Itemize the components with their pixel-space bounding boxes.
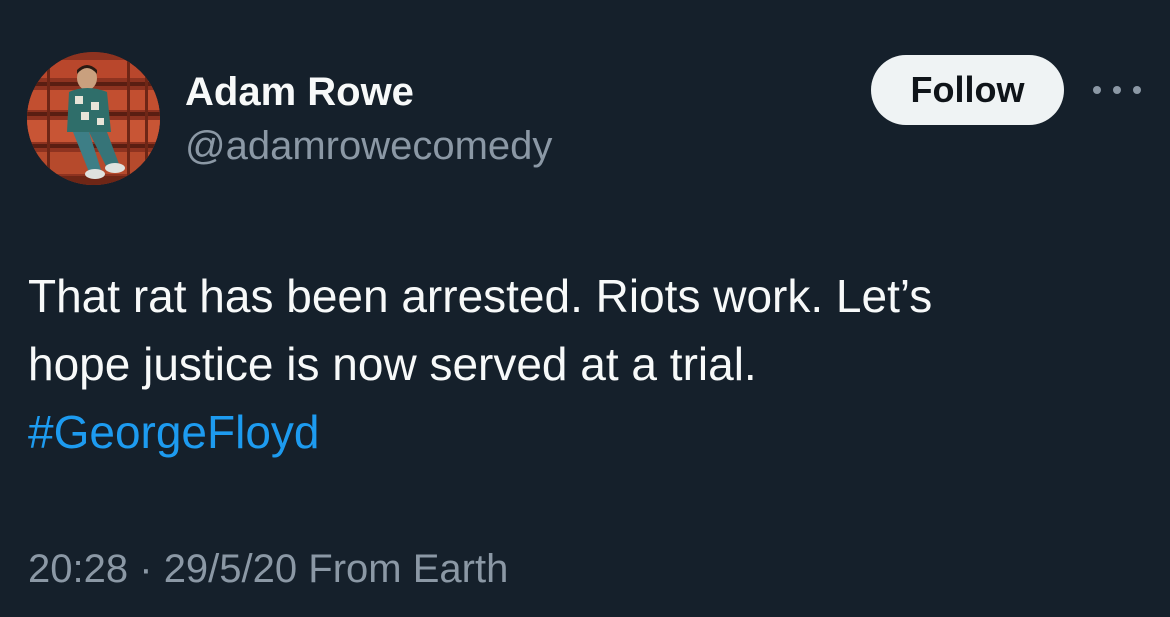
- more-dot: [1093, 86, 1101, 94]
- follow-button[interactable]: Follow: [871, 55, 1064, 125]
- tweet-text-line: That rat has been arrested. Riots work. …: [28, 270, 933, 322]
- more-dot: [1113, 86, 1121, 94]
- author-handle[interactable]: @adamrowecomedy: [185, 122, 552, 170]
- tweet-text: That rat has been arrested. Riots work. …: [28, 262, 1138, 466]
- tweet-date[interactable]: 29/5/20: [164, 547, 297, 591]
- more-horizontal-icon[interactable]: [1093, 76, 1141, 104]
- more-dot: [1133, 86, 1141, 94]
- tweet-time[interactable]: 20:28: [28, 547, 128, 591]
- tweet-card: Adam Rowe @adamrowecomedy Follow That ra…: [0, 0, 1170, 617]
- meta-separator: ·: [139, 547, 153, 591]
- avatar-image: [27, 52, 160, 185]
- hashtag-link[interactable]: #GeorgeFloyd: [28, 398, 1138, 466]
- author-display-name[interactable]: Adam Rowe: [185, 68, 414, 116]
- avatar[interactable]: [27, 52, 160, 185]
- tweet-text-line: hope justice is now served at a trial.: [28, 338, 757, 390]
- tweet-metadata: 20:28 · 29/5/20 From Earth: [28, 545, 508, 593]
- tweet-source: From Earth: [308, 547, 509, 591]
